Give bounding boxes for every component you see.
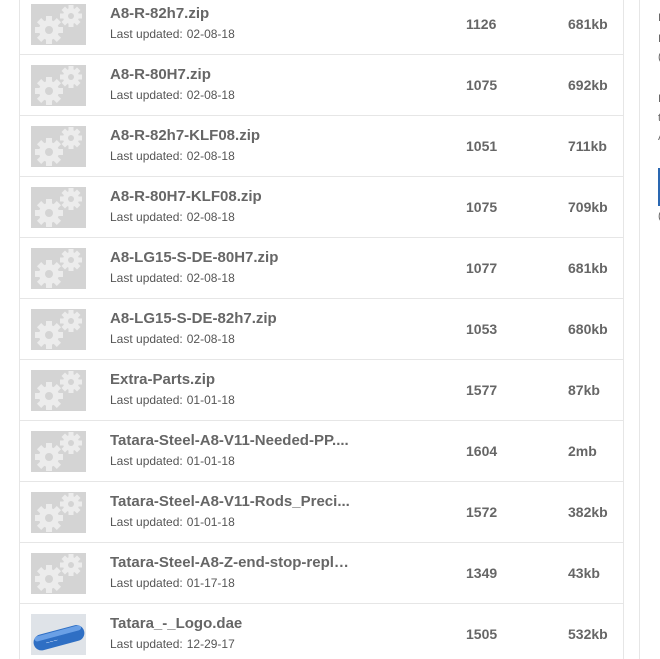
file-name-link[interactable]: Tatara-Steel-A8-Z-end-stop-repli... bbox=[110, 554, 350, 571]
last-updated-label: Last updated: bbox=[110, 332, 183, 346]
file-size: 681kb bbox=[568, 260, 608, 276]
last-updated-label: Last updated: bbox=[110, 393, 183, 407]
last-updated: Last updated: 02-08-18 bbox=[110, 149, 235, 163]
last-updated: Last updated: 02-08-18 bbox=[110, 27, 235, 41]
last-updated: Last updated: 12-29-17 bbox=[110, 637, 235, 651]
file-row[interactable]: A8-R-82h7.zip Last updated: 02-08-18 1126… bbox=[20, 0, 623, 55]
last-updated: Last updated: 02-08-18 bbox=[110, 271, 235, 285]
last-updated-label: Last updated: bbox=[110, 271, 183, 285]
download-count: 1505 bbox=[466, 626, 498, 642]
last-updated: Last updated: 01-01-18 bbox=[110, 454, 235, 468]
file-row[interactable]: Tatara-Steel-A8-V11-Rods_Preci... Last u… bbox=[20, 482, 623, 543]
last-updated-label: Last updated: bbox=[110, 576, 183, 590]
file-row[interactable]: ~~~ Tatara_-_Logo.dae Last updated: 12-29… bbox=[20, 604, 623, 659]
file-name-link[interactable]: Tatara-Steel-A8-V11-Needed-PP.... bbox=[110, 432, 349, 449]
last-updated: Last updated: 01-17-18 bbox=[110, 576, 235, 590]
file-row[interactable]: Tatara-Steel-A8-Z-end-stop-repli... Last… bbox=[20, 543, 623, 604]
last-updated: Last updated: 01-01-18 bbox=[110, 393, 235, 407]
download-count: 1051 bbox=[466, 138, 498, 154]
gear-placeholder-icon[interactable] bbox=[31, 248, 86, 289]
last-updated: Last updated: 02-08-18 bbox=[110, 88, 235, 102]
file-name-link[interactable]: Extra-Parts.zip bbox=[110, 371, 215, 388]
file-size: 681kb bbox=[568, 16, 608, 32]
last-updated-date: 01-01-18 bbox=[186, 515, 235, 529]
download-count: 1077 bbox=[466, 260, 498, 276]
last-updated: Last updated: 02-08-18 bbox=[110, 332, 235, 346]
last-updated-date: 02-08-18 bbox=[186, 210, 235, 224]
right-sidebar: I I ( I t A ( bbox=[639, 0, 660, 659]
file-row[interactable]: A8-R-80H7.zip Last updated: 02-08-18 1075… bbox=[20, 55, 623, 116]
gear-placeholder-icon[interactable] bbox=[31, 553, 86, 594]
file-size: 87kb bbox=[568, 382, 600, 398]
last-updated-date: 01-01-18 bbox=[186, 454, 235, 468]
file-row[interactable]: A8-R-82h7-KLF08.zip Last updated: 02-08-1… bbox=[20, 116, 623, 177]
download-count: 1577 bbox=[466, 382, 498, 398]
file-name-link[interactable]: A8-R-80H7-KLF08.zip bbox=[110, 188, 262, 205]
download-count: 1349 bbox=[466, 565, 498, 581]
last-updated-label: Last updated: bbox=[110, 515, 183, 529]
file-name-link[interactable]: A8-R-82h7.zip bbox=[110, 5, 209, 22]
last-updated-label: Last updated: bbox=[110, 210, 183, 224]
last-updated-date: 02-08-18 bbox=[186, 271, 235, 285]
gear-placeholder-icon[interactable] bbox=[31, 370, 86, 411]
last-updated-date: 02-08-18 bbox=[186, 149, 235, 163]
last-updated-date: 02-08-18 bbox=[186, 332, 235, 346]
download-count: 1572 bbox=[466, 504, 498, 520]
gear-placeholder-icon[interactable] bbox=[31, 126, 86, 167]
file-name-link[interactable]: Tatara-Steel-A8-V11-Rods_Preci... bbox=[110, 493, 350, 510]
last-updated-label: Last updated: bbox=[110, 149, 183, 163]
file-name-link[interactable]: Tatara_-_Logo.dae bbox=[110, 615, 242, 632]
file-size: 43kb bbox=[568, 565, 600, 581]
download-count: 1075 bbox=[466, 199, 498, 215]
file-row[interactable]: Extra-Parts.zip Last updated: 01-01-18 15… bbox=[20, 360, 623, 421]
download-count: 1604 bbox=[466, 443, 498, 459]
last-updated-label: Last updated: bbox=[110, 27, 183, 41]
last-updated-label: Last updated: bbox=[110, 637, 183, 651]
last-updated-label: Last updated: bbox=[110, 88, 183, 102]
file-size: 711kb bbox=[568, 138, 607, 154]
last-updated-date: 01-17-18 bbox=[186, 576, 235, 590]
file-size: 2mb bbox=[568, 443, 597, 459]
file-row[interactable]: A8-R-80H7-KLF08.zip Last updated: 02-08-1… bbox=[20, 177, 623, 238]
last-updated-label: Last updated: bbox=[110, 454, 183, 468]
gear-placeholder-icon[interactable] bbox=[31, 187, 86, 228]
file-size: 382kb bbox=[568, 504, 608, 520]
last-updated-date: 12-29-17 bbox=[186, 637, 235, 651]
file-row[interactable]: Tatara-Steel-A8-V11-Needed-PP.... Last u… bbox=[20, 421, 623, 482]
download-count: 1053 bbox=[466, 321, 498, 337]
download-count: 1075 bbox=[466, 77, 498, 93]
file-size: 692kb bbox=[568, 77, 608, 93]
model-thumbnail[interactable]: ~~~ bbox=[31, 614, 86, 655]
download-count: 1126 bbox=[466, 16, 497, 32]
last-updated-date: 02-08-18 bbox=[186, 88, 235, 102]
file-name-link[interactable]: A8-R-80H7.zip bbox=[110, 66, 211, 83]
file-name-link[interactable]: A8-LG15-S-DE-82h7.zip bbox=[110, 310, 277, 327]
file-size: 532kb bbox=[568, 626, 608, 642]
last-updated: Last updated: 01-01-18 bbox=[110, 515, 235, 529]
last-updated-date: 01-01-18 bbox=[186, 393, 235, 407]
last-updated: Last updated: 02-08-18 bbox=[110, 210, 235, 224]
gear-placeholder-icon[interactable] bbox=[31, 65, 86, 106]
file-row[interactable]: A8-LG15-S-DE-80H7.zip Last updated: 02-08… bbox=[20, 238, 623, 299]
gear-placeholder-icon[interactable] bbox=[31, 4, 86, 45]
file-name-link[interactable]: A8-R-82h7-KLF08.zip bbox=[110, 127, 260, 144]
gear-placeholder-icon[interactable] bbox=[31, 492, 86, 533]
file-row[interactable]: A8-LG15-S-DE-82h7.zip Last updated: 02-08… bbox=[20, 299, 623, 360]
file-list: A8-R-82h7.zip Last updated: 02-08-18 1126… bbox=[19, 0, 624, 659]
gear-placeholder-icon[interactable] bbox=[31, 431, 86, 472]
file-size: 680kb bbox=[568, 321, 608, 337]
last-updated-date: 02-08-18 bbox=[186, 27, 235, 41]
gear-placeholder-icon[interactable] bbox=[31, 309, 86, 350]
file-name-link[interactable]: A8-LG15-S-DE-80H7.zip bbox=[110, 249, 278, 266]
file-size: 709kb bbox=[568, 199, 608, 215]
